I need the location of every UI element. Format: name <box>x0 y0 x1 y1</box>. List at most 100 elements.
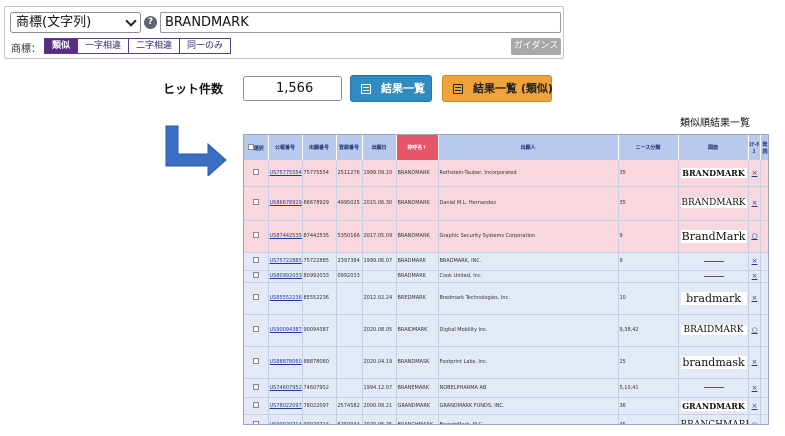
pub-number-link-text[interactable]: US86678929 <box>270 200 302 206</box>
read-cell <box>760 252 768 271</box>
row-checkbox[interactable] <box>253 168 259 175</box>
pub-number-link-text[interactable]: US87442535 <box>270 233 302 239</box>
row-checkbox[interactable] <box>253 383 259 390</box>
status-cell[interactable]: × <box>748 282 761 315</box>
header-select[interactable]: 選択 <box>244 135 269 160</box>
pub-number-link[interactable]: US75775554 <box>268 160 303 187</box>
name-cell: BRANDMASK <box>396 346 439 379</box>
status-cell[interactable]: × <box>748 346 761 379</box>
row-select-cell[interactable] <box>244 414 269 424</box>
table-header-row: 選択 公報番号 出願番号 登録番号 出願日 称呼名↑ 出願人 ニース分類 図面 … <box>244 135 768 160</box>
status-mark[interactable]: × <box>750 257 760 265</box>
header-app-number[interactable]: 出願番号 <box>302 135 337 160</box>
row-checkbox[interactable] <box>253 232 259 238</box>
pub-number-link-text[interactable]: US80992033 <box>270 273 302 279</box>
row-select-cell[interactable] <box>244 252 269 271</box>
status-mark[interactable]: × <box>750 272 760 280</box>
status-mark[interactable]: × <box>750 169 760 177</box>
status-cell[interactable]: ○ <box>748 414 761 424</box>
pub-number-link[interactable]: US88878060 <box>268 346 303 379</box>
pub-number-link-text[interactable]: US88878060 <box>270 359 302 365</box>
status-mark[interactable]: ○ <box>750 326 760 334</box>
pub-number-link[interactable]: US80992033 <box>268 270 303 283</box>
status-mark[interactable]: ○ <box>750 232 760 240</box>
search-panel: 商標(文字列) ? BRANDMARK 商標： 類似 一字相違 二字相違 同一の… <box>4 6 564 59</box>
pub-number-link-text[interactable]: US90020714 <box>270 422 302 424</box>
pub-number-link-text[interactable]: US90094387 <box>270 327 302 333</box>
pub-number-link[interactable]: US74607952 <box>268 378 303 398</box>
drawing-cell: BRANDMARK <box>678 160 749 187</box>
row-checkbox[interactable] <box>253 199 259 205</box>
row-checkbox[interactable] <box>253 421 259 424</box>
help-icon[interactable]: ? <box>144 16 157 29</box>
header-applicant[interactable]: 出願人 <box>438 135 619 160</box>
status-cell[interactable]: × <box>748 186 761 221</box>
row-checkbox[interactable] <box>253 326 259 332</box>
pub-number-link[interactable]: US90020714 <box>268 414 303 424</box>
mode-one-char-button[interactable]: 一字相違 <box>77 38 130 54</box>
app-date-cell: 2000.08.21 <box>362 397 397 415</box>
pub-number-link-text[interactable]: US75722885 <box>270 258 302 264</box>
pub-number-link[interactable]: US86678929 <box>268 186 303 221</box>
row-select-cell[interactable] <box>244 282 269 315</box>
status-mark[interactable]: × <box>750 199 760 207</box>
row-checkbox[interactable] <box>253 401 259 408</box>
row-checkbox[interactable] <box>253 358 259 364</box>
search-query-input[interactable]: BRANDMARK <box>160 12 561 33</box>
row-select-cell[interactable] <box>244 270 269 283</box>
header-read[interactable]: 既読 <box>760 135 768 160</box>
row-select-cell[interactable] <box>244 220 269 253</box>
nice-class-cell <box>618 270 679 283</box>
row-checkbox[interactable] <box>253 257 259 263</box>
pub-number-link-text[interactable]: US74607952 <box>270 385 302 391</box>
guidance-button[interactable]: ガイダンス <box>511 38 561 55</box>
row-select-cell[interactable] <box>244 314 269 347</box>
status-mark[interactable]: ○ <box>750 421 760 424</box>
header-pub-number[interactable]: 公報番号 <box>268 135 303 160</box>
status-mark[interactable]: × <box>750 384 760 392</box>
status-cell[interactable]: × <box>748 397 761 415</box>
header-drawing[interactable]: 図面 <box>678 135 749 160</box>
read-cell <box>760 220 768 253</box>
row-checkbox[interactable] <box>253 294 259 300</box>
row-select-cell[interactable] <box>244 397 269 415</box>
pub-number-link-text[interactable]: US85552236 <box>270 295 302 301</box>
pub-number-link[interactable]: US87442535 <box>268 220 303 253</box>
row-select-cell[interactable] <box>244 346 269 379</box>
search-field-select[interactable]: 商標(文字列) <box>10 12 141 33</box>
header-name[interactable]: 称呼名↑ <box>396 135 439 160</box>
pub-number-link-text[interactable]: US75775554 <box>270 170 302 176</box>
status-mark[interactable]: × <box>750 358 760 366</box>
status-cell[interactable]: ○ <box>748 314 761 347</box>
reg-number-cell-text: 6250934 <box>337 422 360 425</box>
status-cell[interactable]: × <box>748 252 761 271</box>
pub-number-link[interactable]: US78022097 <box>268 397 303 415</box>
header-reg-number[interactable]: 登録番号 <box>336 135 363 160</box>
row-select-cell[interactable] <box>244 378 269 398</box>
mode-two-char-button[interactable]: 二字相違 <box>128 38 181 54</box>
applicant-cell: Daniel M.L. Hernandez <box>438 186 619 221</box>
mode-similar-button[interactable]: 類似 <box>44 38 79 54</box>
nice-class-cell-text: 35 <box>619 200 626 206</box>
results-similar-button[interactable]: 結果一覧 (類似) <box>442 75 553 102</box>
header-app-date[interactable]: 出願日 <box>362 135 397 160</box>
pub-number-link[interactable]: US90094387 <box>268 314 303 347</box>
pub-number-link[interactable]: US75722885 <box>268 252 303 271</box>
row-select-cell[interactable] <box>244 160 269 187</box>
row-checkbox[interactable] <box>253 272 259 278</box>
header-status[interactable]: ｽﾃｰﾀｽ <box>748 135 761 160</box>
mode-exact-button[interactable]: 同一のみ <box>179 38 232 54</box>
header-nice-class[interactable]: ニース分類 <box>618 135 679 160</box>
pub-number-link-text[interactable]: US78022097 <box>270 403 302 409</box>
status-cell[interactable]: × <box>748 378 761 398</box>
app-date-cell: 2020.06.25 <box>362 414 397 424</box>
status-cell[interactable]: × <box>748 270 761 283</box>
results-list-button[interactable]: 結果一覧 <box>350 75 432 102</box>
applicant-cell: Cook United, Inc. <box>438 270 619 283</box>
row-select-cell[interactable] <box>244 186 269 221</box>
status-mark[interactable]: × <box>750 294 760 302</box>
status-cell[interactable]: ○ <box>748 220 761 253</box>
pub-number-link[interactable]: US85552236 <box>268 282 303 315</box>
status-mark[interactable]: × <box>750 402 760 410</box>
status-cell[interactable]: × <box>748 160 761 187</box>
